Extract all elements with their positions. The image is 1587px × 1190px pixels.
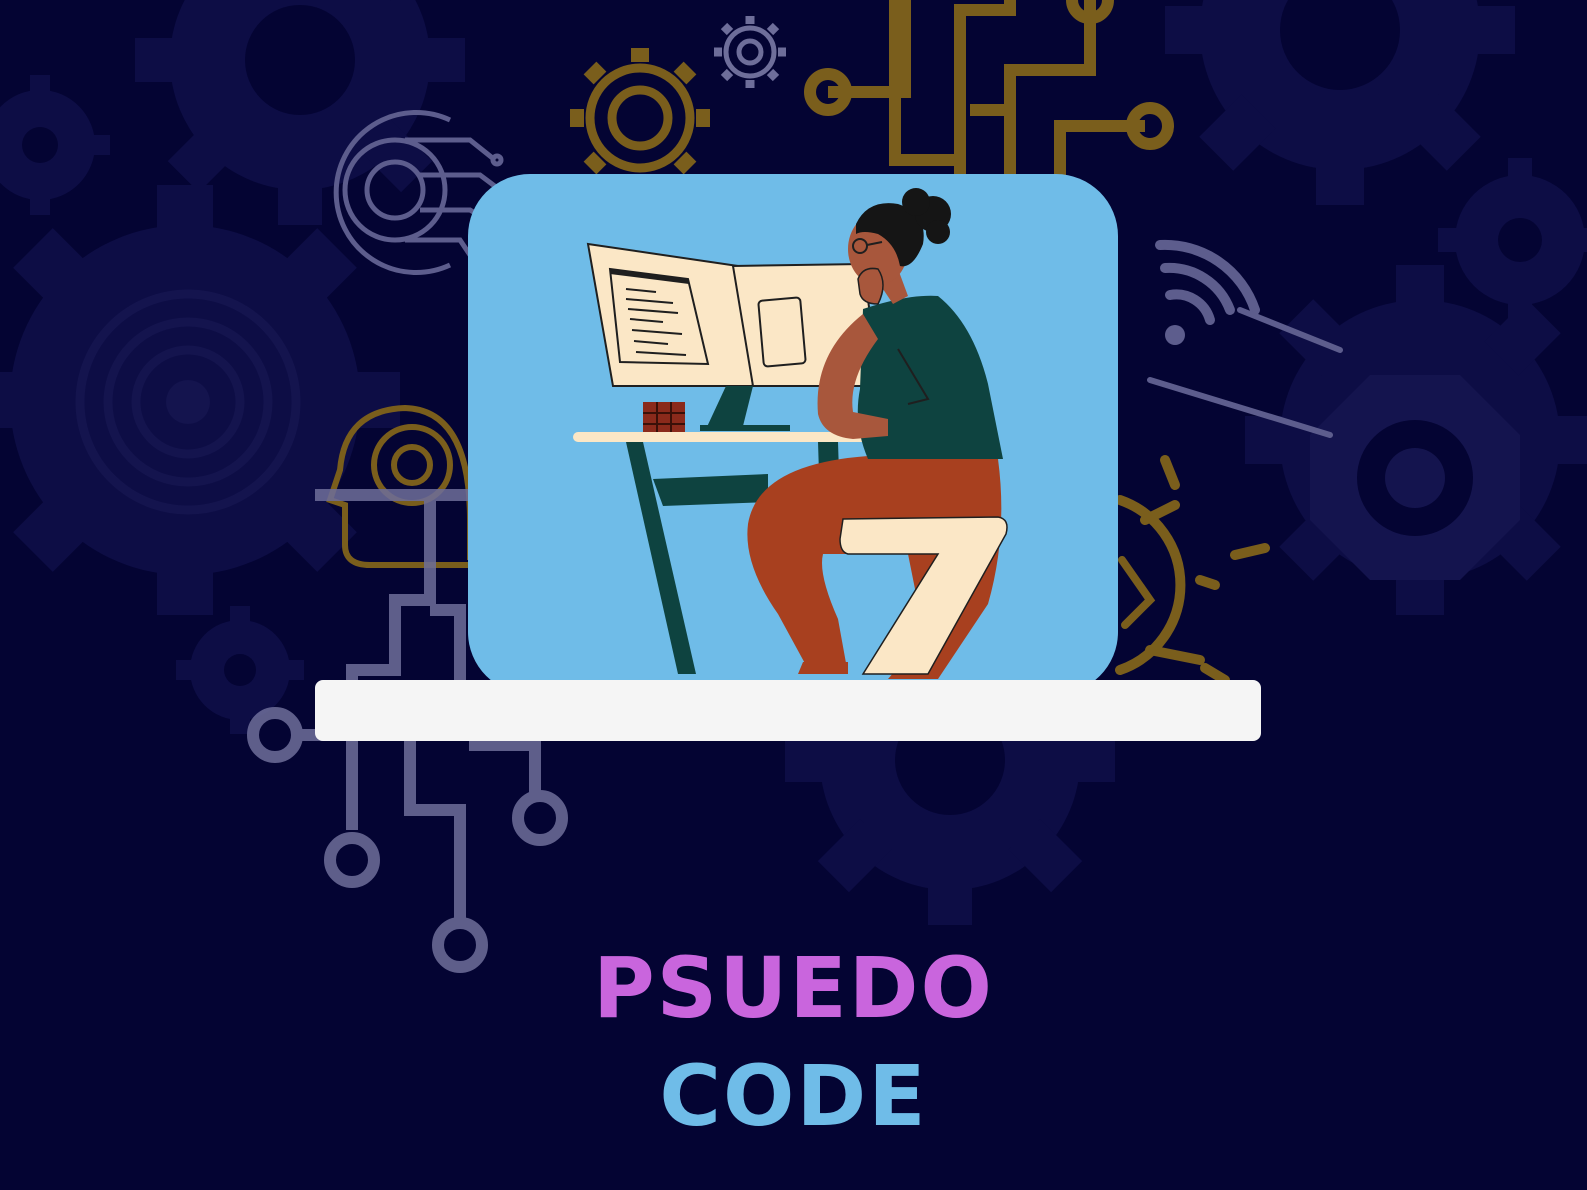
person-at-desk-illustration bbox=[573, 188, 1008, 679]
desk bbox=[573, 432, 873, 442]
circuit-icon bbox=[804, 0, 1174, 190]
gear-icon bbox=[1310, 375, 1520, 580]
illustration-card bbox=[468, 174, 1118, 694]
shelf-bar bbox=[315, 680, 1261, 741]
title-line-1: PSUEDO bbox=[593, 939, 994, 1037]
gear-icon bbox=[714, 16, 786, 88]
title-line-2: CODE bbox=[659, 1047, 928, 1145]
rubik-cube bbox=[643, 402, 685, 434]
lightbulb-gear-icon bbox=[1115, 455, 1270, 685]
gear-icon bbox=[570, 48, 710, 188]
ai-brain-head-icon bbox=[326, 404, 473, 568]
